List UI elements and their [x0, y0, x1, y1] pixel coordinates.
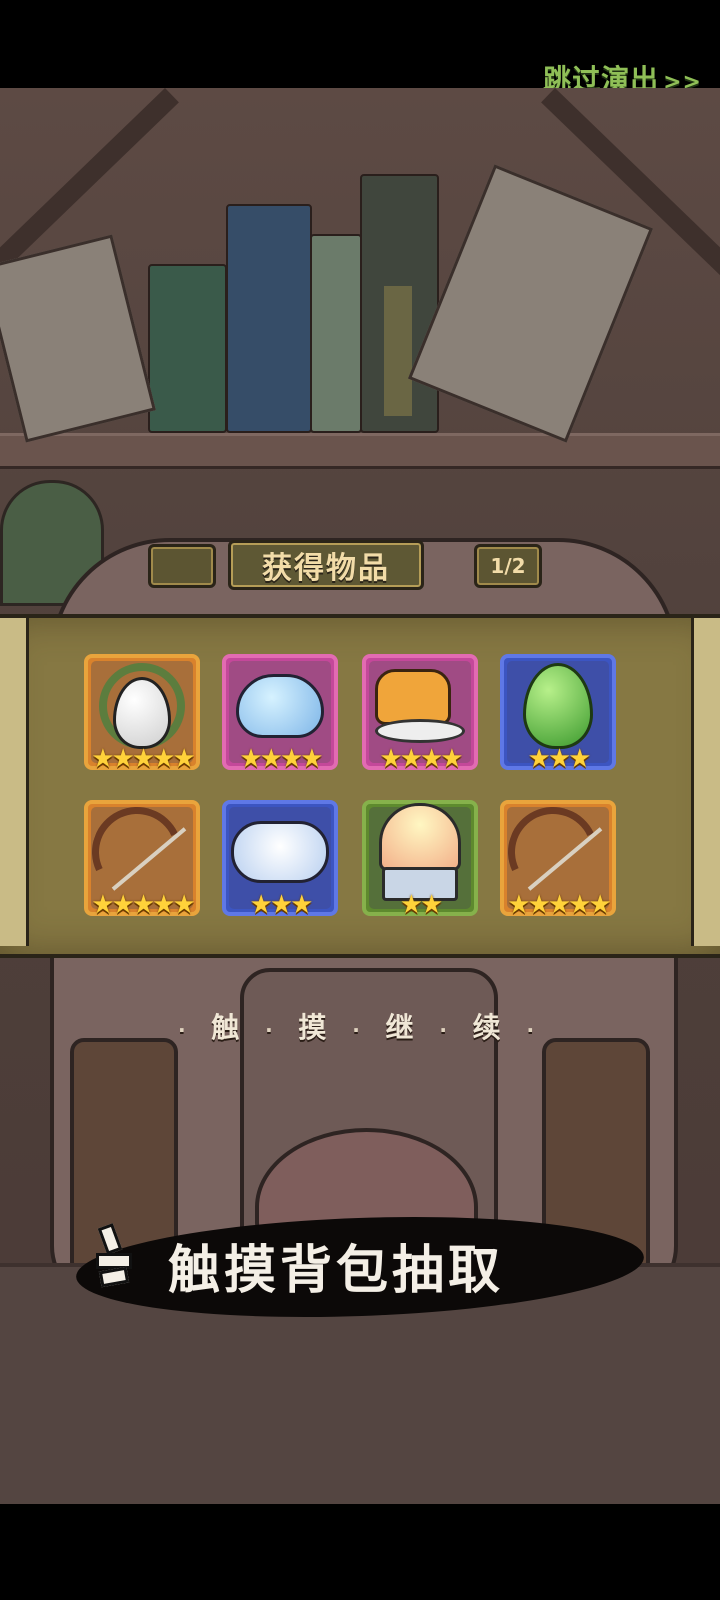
reward-item-bow-quiver[interactable]: ★★★★★	[495, 793, 616, 920]
reward-item-laurel-egg[interactable]: ★★★★★	[84, 654, 200, 774]
cloud-creature-icon	[231, 820, 329, 883]
sparkle-icon	[96, 1223, 144, 1288]
reward-item-bow-quiver[interactable]: ★★★★★	[79, 793, 200, 920]
shelf	[0, 433, 720, 469]
bow-quiver-icon	[495, 793, 611, 910]
glowing-dome-icon	[379, 802, 461, 901]
draw-from-backpack-label: 触摸背包抽取	[168, 1241, 505, 1301]
navigation-bar-area	[0, 1504, 720, 1600]
star-rating: ★★★★★	[91, 890, 196, 920]
eggs-sign	[407, 164, 654, 443]
book-blue	[226, 204, 312, 433]
green-egg-icon	[523, 662, 593, 749]
book-grey	[310, 234, 362, 433]
star-rating: ★★★★★	[507, 890, 612, 920]
reward-item-water-slime[interactable]: ★★★★	[222, 654, 338, 774]
star-rating: ★★★★	[239, 744, 323, 774]
star-rating: ★★★	[249, 890, 314, 920]
panel-edge-left	[0, 618, 29, 946]
touch-to-continue[interactable]: · 触 · 摸 · 继 · 续 ·	[0, 1006, 720, 1046]
star-rating: ★★	[399, 890, 444, 920]
reward-item-cloud-creature[interactable]: ★★★	[222, 800, 338, 920]
laurel-egg-icon	[99, 662, 185, 749]
orange-jelly-icon	[375, 668, 465, 743]
reward-header: 获得物品 1/2	[148, 540, 548, 590]
book-dark	[360, 174, 439, 433]
good-price-sign	[0, 234, 156, 443]
star-rating: ★★★★	[379, 744, 463, 774]
reward-item-green-egg[interactable]: ★★★	[500, 654, 616, 774]
page-indicator: 1/2	[474, 544, 542, 588]
header-tab-left	[148, 544, 216, 588]
star-rating: ★★★★★	[91, 744, 196, 774]
book-green	[148, 264, 227, 433]
water-slime-icon	[236, 673, 324, 738]
reward-item-orange-jelly[interactable]: ★★★★	[362, 654, 478, 774]
bow-quiver-icon	[79, 793, 195, 910]
reward-item-glowing-dome[interactable]: ★★	[362, 800, 478, 920]
reward-title: 获得物品	[228, 540, 424, 590]
reward-grid: ★★★★★ ★★★★ ★★★★ ★★★ ★★★★★ ★★★ ★★ ★★★★★	[79, 654, 634, 934]
panel-edge-right	[691, 618, 720, 946]
star-rating: ★★★	[527, 744, 592, 774]
